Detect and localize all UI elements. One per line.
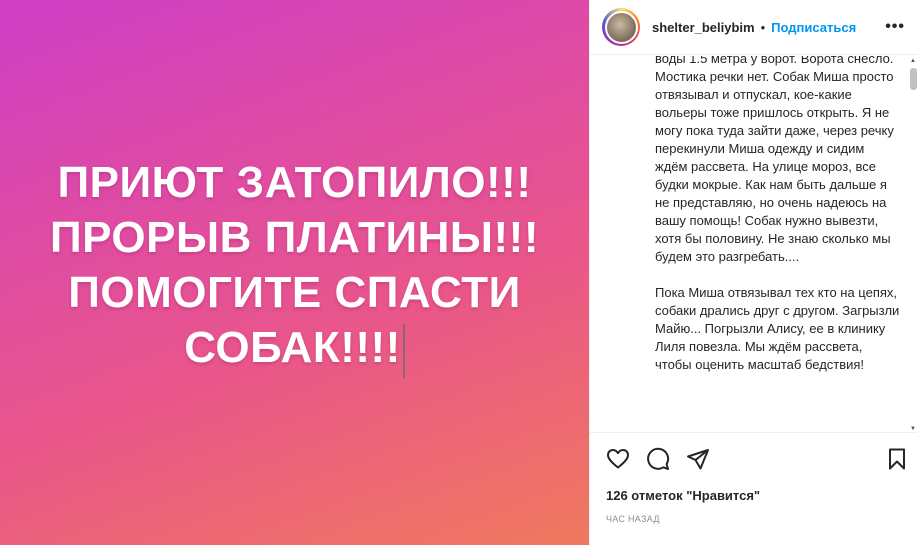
- like-button[interactable]: [606, 447, 630, 471]
- image-text-line-2: ПРОРЫВ ПЛАТИНЫ!!!: [50, 213, 539, 263]
- caption-paragraph-1: воды 1.5 метра у ворот. Ворота снесло. М…: [655, 56, 894, 264]
- post-timestamp[interactable]: час назад: [606, 514, 660, 524]
- scroll-up-arrow-icon[interactable]: ▲: [910, 58, 916, 64]
- text-caret: [402, 323, 405, 378]
- avatar[interactable]: [602, 8, 640, 46]
- more-options-icon[interactable]: •••: [885, 18, 905, 36]
- post-sidebar: shelter_beliybim • Подписаться ••• воды …: [589, 0, 918, 545]
- caption-scroll-area[interactable]: воды 1.5 метра у ворот. Ворота снесло. М…: [590, 56, 918, 432]
- image-text-line-1: ПРИЮТ ЗАТОПИЛО!!!: [57, 158, 532, 208]
- image-text-line-4: СОБАК!!!!: [184, 323, 401, 373]
- image-text: ПРИЮТ ЗАТОПИЛО!!! ПРОРЫВ ПЛАТИНЫ!!! ПОМО…: [50, 155, 539, 378]
- image-text-line-3: ПОМОГИТЕ СПАСТИ: [68, 268, 521, 318]
- comment-icon: [647, 447, 670, 470]
- share-icon: [687, 448, 709, 469]
- bookmark-icon: [889, 448, 905, 470]
- scrollbar[interactable]: ▲ ▼: [910, 58, 917, 432]
- follow-button[interactable]: Подписаться: [771, 20, 856, 35]
- instagram-post: ПРИЮТ ЗАТОПИЛО!!! ПРОРЫВ ПЛАТИНЫ!!! ПОМО…: [0, 0, 918, 545]
- image-text-line-4-wrap: СОБАК!!!!: [50, 320, 539, 378]
- caption-text: воды 1.5 метра у ворот. Ворота снесло. М…: [655, 56, 900, 392]
- avatar-image: [604, 10, 638, 44]
- caption-paragraph-2: Пока Миша отвязывал тех кто на цепях, со…: [655, 285, 900, 372]
- save-button[interactable]: [885, 447, 909, 471]
- comment-button[interactable]: [646, 447, 670, 471]
- scrollbar-thumb[interactable]: [910, 68, 917, 90]
- action-bar: [590, 432, 918, 484]
- post-image[interactable]: ПРИЮТ ЗАТОПИЛО!!! ПРОРЫВ ПЛАТИНЫ!!! ПОМО…: [0, 0, 589, 545]
- separator-dot: •: [760, 19, 766, 35]
- likes-count[interactable]: 126 отметок "Нравится": [606, 488, 760, 503]
- username-link[interactable]: shelter_beliybim: [652, 20, 755, 35]
- share-button[interactable]: [686, 447, 710, 471]
- post-header: shelter_beliybim • Подписаться •••: [590, 0, 918, 55]
- heart-icon: [607, 448, 629, 468]
